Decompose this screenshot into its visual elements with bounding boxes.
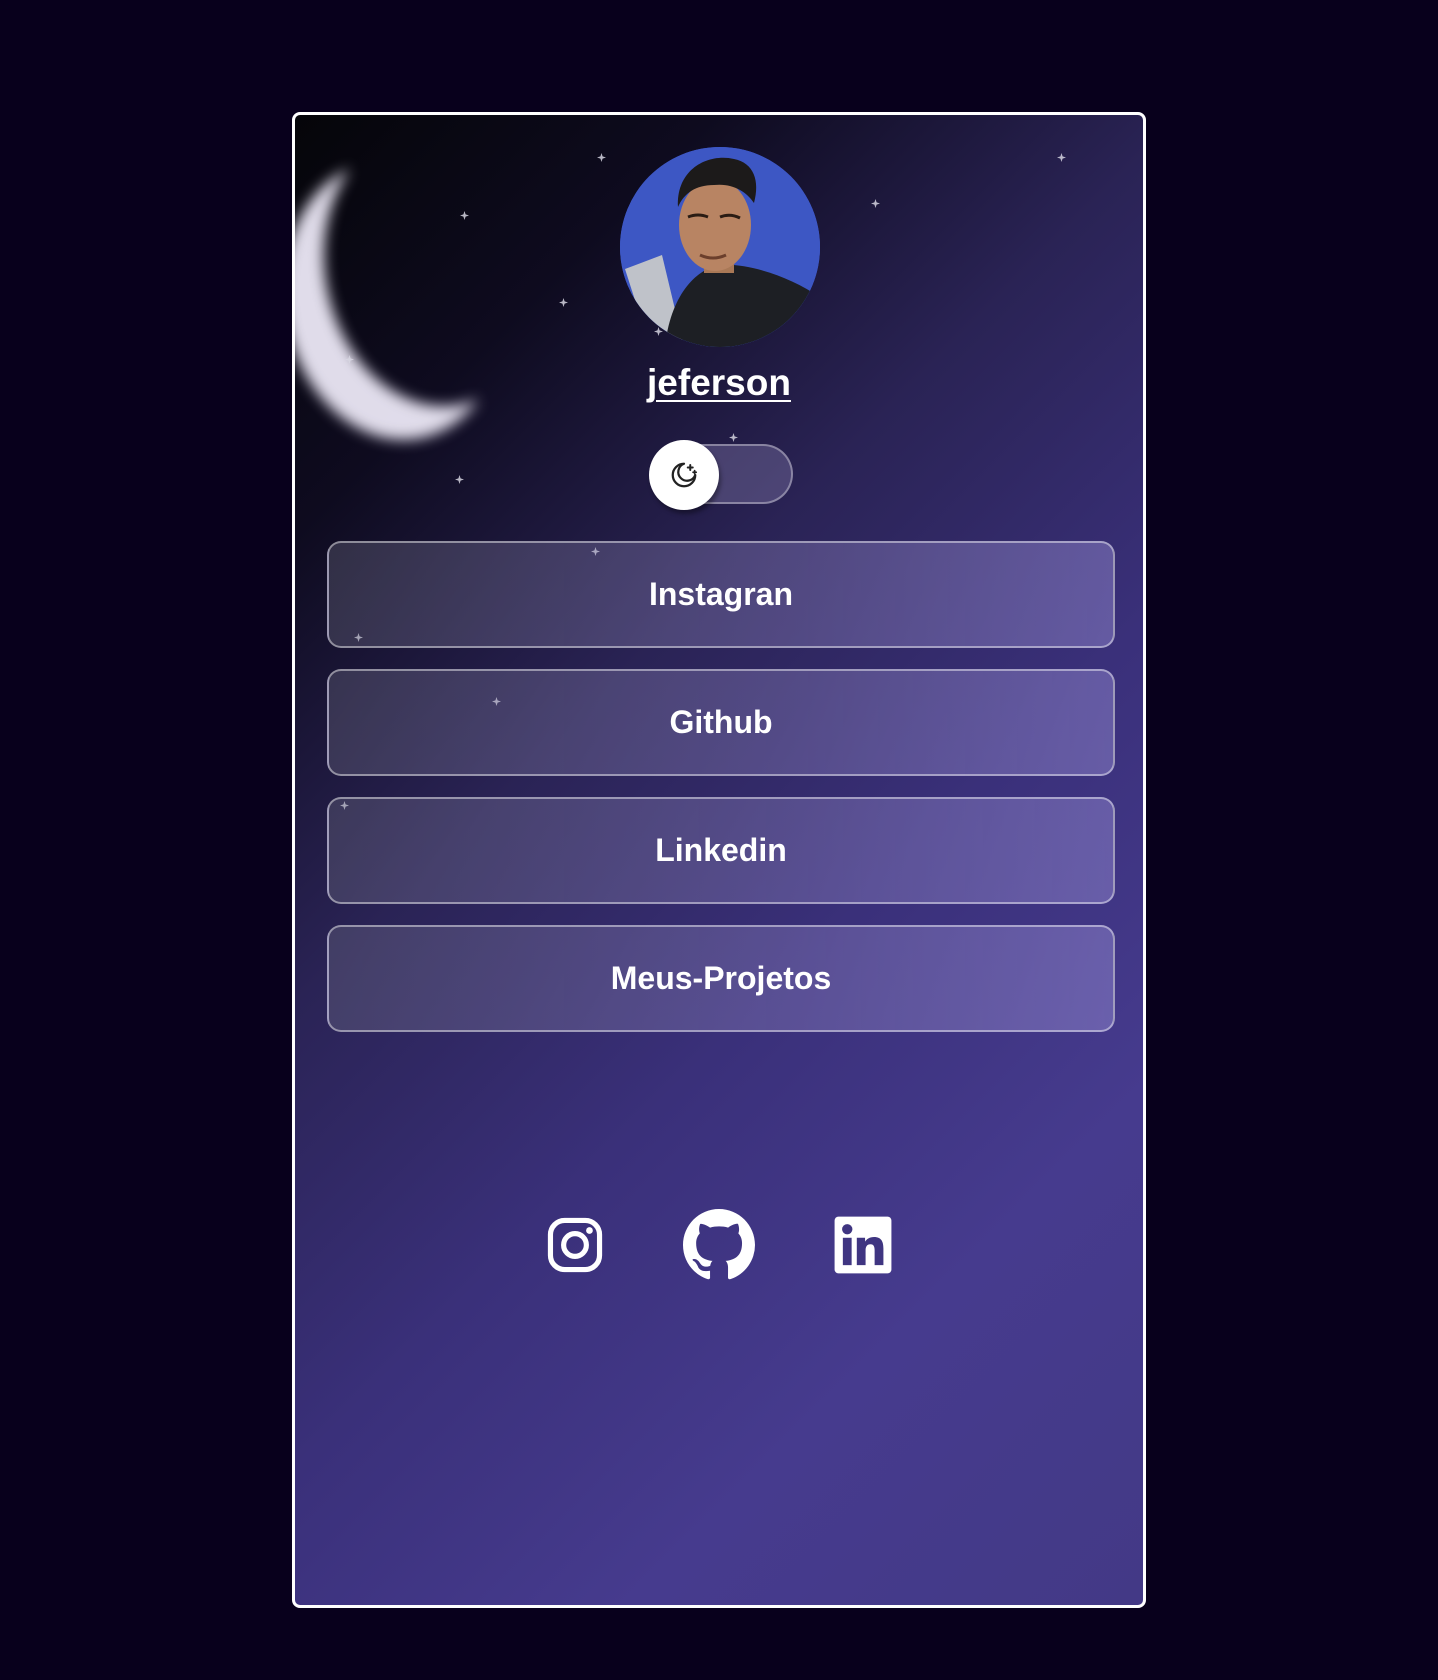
page: jeferson Instagran Github Linkedin Meus-… [0, 0, 1438, 1680]
github-icon [683, 1209, 755, 1280]
projects-link-button[interactable]: Meus-Projetos [327, 925, 1115, 1032]
linkedin-social-link[interactable] [827, 1209, 899, 1281]
profile-card: jeferson Instagran Github Linkedin Meus-… [292, 112, 1146, 1608]
linkedin-icon [834, 1216, 892, 1274]
toggle-knob[interactable] [649, 440, 719, 510]
star-decoration [559, 298, 568, 307]
avatar [620, 147, 820, 347]
star-decoration [455, 475, 464, 484]
instagram-icon [547, 1217, 603, 1273]
instagram-link-button[interactable]: Instagran [327, 541, 1115, 648]
star-decoration [729, 433, 738, 442]
social-icons [295, 1209, 1143, 1281]
link-list: Instagran Github Linkedin Meus-Projetos [327, 541, 1115, 1053]
moon-stars-icon [671, 462, 698, 488]
github-social-link[interactable] [683, 1209, 755, 1281]
theme-toggle[interactable] [649, 440, 793, 510]
github-link-button[interactable]: Github [327, 669, 1115, 776]
profile-name[interactable]: jeferson [295, 362, 1143, 404]
instagram-social-link[interactable] [539, 1209, 611, 1281]
star-decoration [597, 153, 606, 162]
star-decoration [1057, 153, 1066, 162]
star-decoration [871, 199, 880, 208]
avatar-photo [620, 147, 820, 347]
linkedin-link-button[interactable]: Linkedin [327, 797, 1115, 904]
